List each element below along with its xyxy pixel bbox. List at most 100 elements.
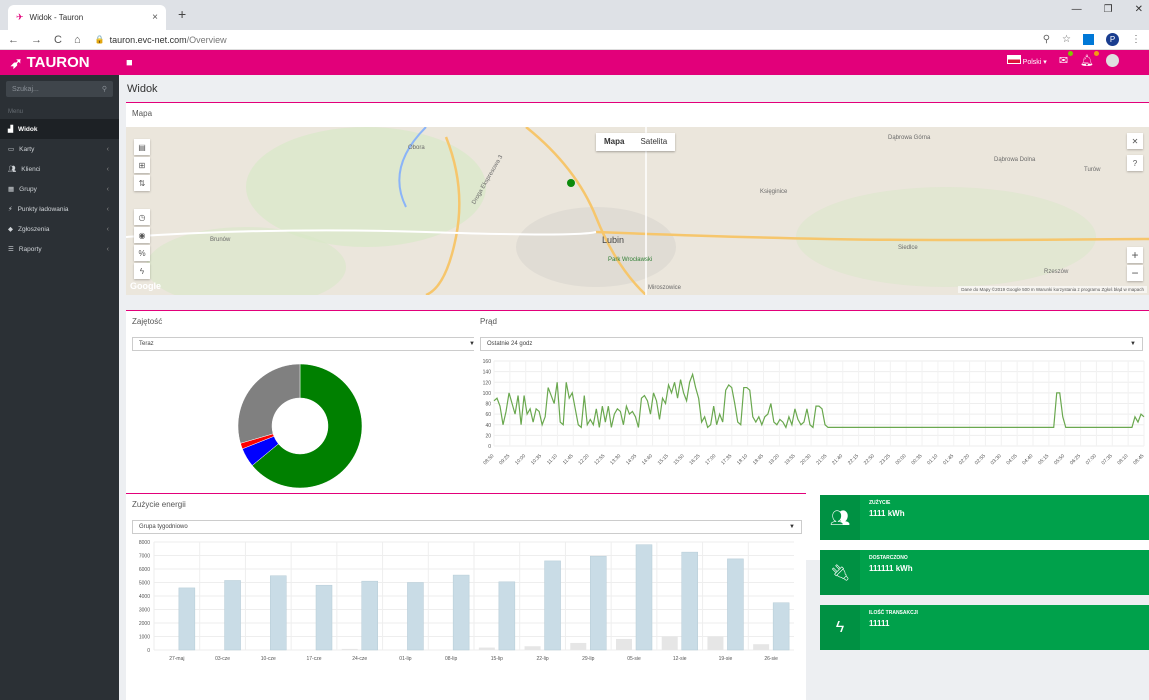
sidebar-item-zgloszenia[interactable]: ◆ Zgłoszenia ‹: [0, 219, 119, 239]
map-help-icon[interactable]: ?: [1127, 155, 1143, 171]
y-tick-label: 0: [147, 648, 150, 654]
sidebar-item-raporty[interactable]: ☰ Raporty ‹: [0, 239, 119, 259]
energy-bar-chart: 0 1000 2000 3000 4000 5000 6000 7000 8000 27-maj 0…: [139, 540, 794, 662]
language-label: Polski: [1022, 59, 1042, 66]
url-field[interactable]: 🔒 tauron.evc-net.com/Overview: [95, 35, 227, 45]
reload-icon[interactable]: C: [54, 34, 62, 46]
group-icon: ▦: [8, 186, 15, 193]
x-tick-label: 02:55: [974, 453, 987, 466]
sidebar-item-karty[interactable]: ▭ Karty ‹: [0, 139, 119, 159]
map-layers-icon[interactable]: ▤: [134, 139, 150, 155]
current-select[interactable]: Ostatnie 24 godz ▼: [480, 337, 1143, 351]
y-tick-label: 1000: [139, 635, 150, 641]
zoom-icon[interactable]: ⚲: [1043, 34, 1050, 45]
close-tab-icon[interactable]: ×: [152, 12, 158, 23]
map-fullscreen-icon[interactable]: ✕: [1127, 133, 1143, 149]
x-tick-label: 07:00: [1085, 453, 1098, 466]
search-icon[interactable]: ⚲: [102, 85, 107, 93]
chevron-left-icon: ‹: [106, 225, 109, 233]
maximize-icon[interactable]: ❐: [1104, 4, 1113, 15]
browser-tab[interactable]: ✈ Widok - Tauron ×: [8, 5, 166, 30]
plug-icon: ⚡︎: [8, 206, 13, 213]
map-canvas[interactable]: Mapa Satelita ▤ ⊞ ⇅ ◷ ◉ % ϟ ✕ ? + − Obor…: [126, 127, 1149, 295]
bar-chart-icon: ▟: [8, 126, 13, 133]
x-tick-label: 00:35: [910, 453, 923, 466]
address-bar: ← → C ⌂ 🔒 tauron.evc-net.com/Overview ⚲ …: [0, 30, 1149, 50]
close-window-icon[interactable]: ✕: [1135, 4, 1143, 15]
language-selector[interactable]: Polski ▾: [1006, 55, 1047, 66]
x-tick-label: 14:40: [641, 453, 654, 466]
chevron-left-icon: ‹: [106, 185, 109, 193]
y-tick-label: 160: [483, 359, 492, 365]
map-percent-icon[interactable]: %: [134, 245, 150, 261]
zoom-in-icon[interactable]: +: [1127, 247, 1143, 263]
x-tick-label: 21:05: [815, 453, 828, 466]
map-label: Dąbrowa Dolna: [994, 157, 1036, 163]
x-tick-label: 03-cze: [215, 656, 230, 662]
x-tick-label: 17-cze: [306, 656, 321, 662]
stat-transactions: ϟ ILOŚĆ TRANSAKCJI 11111: [820, 605, 1149, 650]
x-tick-label: 18:10: [736, 453, 749, 466]
map-cluster-icon[interactable]: ⊞: [134, 157, 150, 173]
forward-icon[interactable]: →: [31, 34, 42, 46]
sidebar-item-klienci[interactable]: 👥︎ Klienci ‹: [0, 159, 119, 179]
map-label: Turów: [1084, 167, 1101, 173]
map-label: Brunów: [210, 237, 231, 243]
map-filter-icon[interactable]: ⇅: [134, 175, 150, 191]
map-type-toggle: Mapa Satelita: [596, 133, 676, 151]
browser-menu-icon[interactable]: ⋮: [1131, 34, 1141, 45]
energy-select[interactable]: Grupa tygodniowo ▼: [132, 520, 802, 534]
x-tick-label: 19:20: [768, 453, 781, 466]
list-icon: ☰: [8, 246, 14, 253]
energy-bar: [270, 575, 287, 651]
new-tab-button[interactable]: +: [178, 6, 186, 22]
tauron-logo[interactable]: ➶ TAURON: [0, 54, 120, 72]
sidebar-item-grupy[interactable]: ▦ Grupy ‹: [0, 179, 119, 199]
sidebar-search-input[interactable]: Szukaj... ⚲: [6, 81, 113, 97]
x-tick-label: 15:50: [673, 453, 686, 466]
sidebar-item-punkty-ladowania[interactable]: ⚡︎ Punkty ładowania ‹: [0, 199, 119, 219]
back-icon[interactable]: ←: [8, 34, 19, 46]
window-controls: — ❐ ✕: [1072, 4, 1149, 15]
lock-icon: 🔒: [94, 35, 105, 44]
y-tick-label: 60: [485, 412, 491, 418]
x-tick-label: 05:50: [1053, 453, 1066, 466]
y-tick-label: 7000: [139, 554, 150, 560]
sidebar-item-label: Raporty: [18, 245, 42, 253]
occupancy-select[interactable]: Teraz ▼: [132, 337, 482, 351]
tauron-favicon-icon: ✈: [16, 12, 24, 22]
profile-avatar[interactable]: P: [1106, 33, 1119, 46]
y-tick-label: 2000: [139, 621, 150, 627]
x-tick-label: 14:05: [625, 453, 638, 466]
x-tick-label: 04:05: [1005, 453, 1018, 466]
google-logo: Google: [130, 281, 161, 291]
chevron-left-icon: ‹: [106, 145, 109, 153]
minimize-icon[interactable]: —: [1072, 4, 1082, 15]
users-icon: 👥︎: [820, 495, 860, 540]
menu-toggle-icon[interactable]: ■: [126, 57, 133, 69]
extension-icon[interactable]: [1083, 34, 1094, 45]
energy-bar: [315, 584, 333, 651]
zoom-out-icon[interactable]: −: [1127, 265, 1143, 281]
notifications-bell-icon[interactable]: 🔔︎: [1080, 51, 1099, 67]
chevron-left-icon: ‹: [106, 165, 109, 173]
bookmark-star-icon[interactable]: ☆: [1062, 34, 1071, 45]
map-bolt-icon[interactable]: ϟ: [134, 263, 150, 279]
energy-bar: [681, 551, 698, 651]
map-type-satellite-button[interactable]: Satelita: [632, 133, 675, 151]
map-clock-icon[interactable]: ◷: [134, 209, 150, 225]
messages-icon[interactable]: ✉: [1059, 51, 1074, 67]
x-tick-label: 02:20: [958, 453, 971, 466]
sidebar-item-widok[interactable]: ▟ Widok: [0, 119, 119, 139]
map-type-map-button[interactable]: Mapa: [596, 133, 632, 151]
x-tick-label: 09:25: [498, 453, 511, 466]
map-attribution[interactable]: Dane do Mapy ©2019 Google 500 m Warunki …: [958, 286, 1147, 293]
map-globe-icon[interactable]: ◉: [134, 227, 150, 243]
x-tick-label: 08:45: [1132, 453, 1145, 466]
map-panel-title: Mapa: [132, 109, 153, 118]
home-icon[interactable]: ⌂: [74, 34, 81, 46]
x-tick-label: 21:40: [831, 453, 844, 466]
users-icon: 👥︎: [8, 166, 17, 173]
user-avatar[interactable]: [1106, 54, 1119, 67]
card-icon: ▭: [8, 146, 15, 153]
